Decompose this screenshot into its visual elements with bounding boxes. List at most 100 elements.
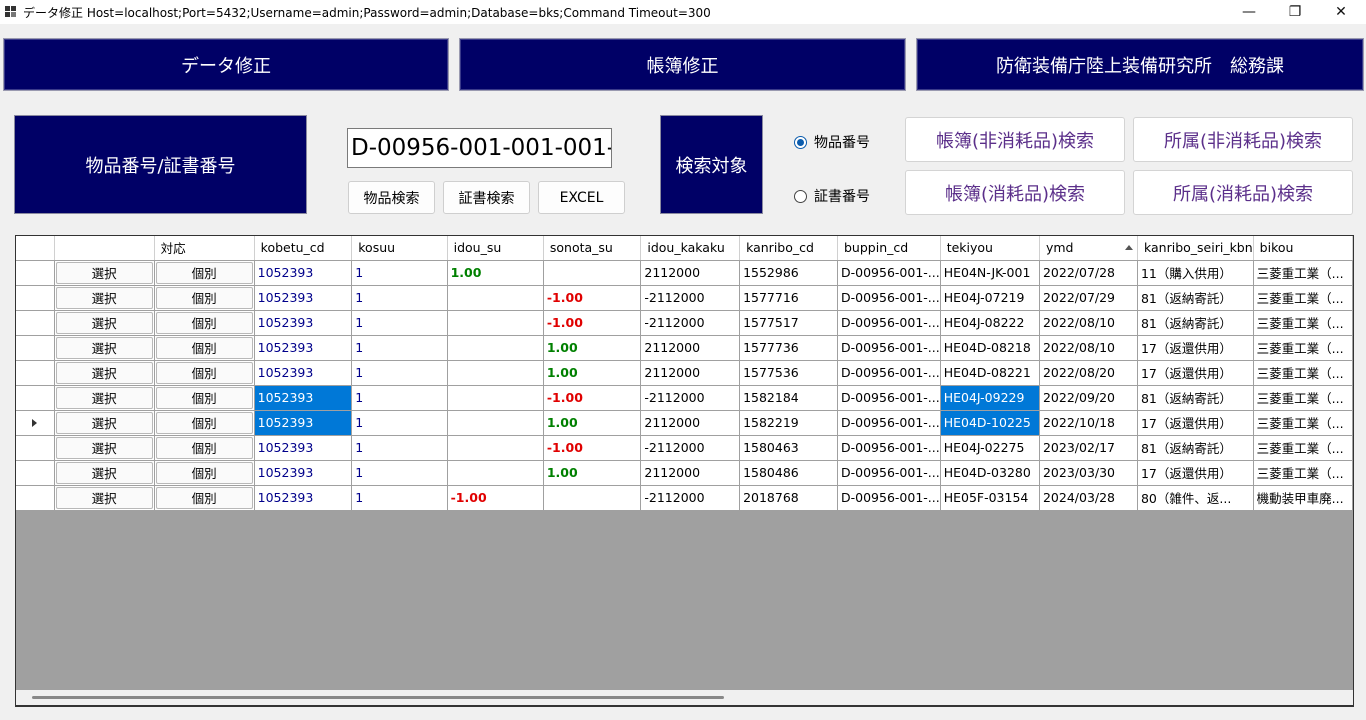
cell-kosuu[interactable]: 1 <box>351 385 448 411</box>
select-button[interactable]: 選択 <box>55 486 153 509</box>
cell-tekiyou[interactable]: HE04D-08221 <box>940 360 1040 386</box>
cell-kobetu_cd[interactable]: 1052393 <box>254 360 353 386</box>
select-button[interactable]: 選択 <box>55 461 153 484</box>
cell-sonota_su[interactable]: -1.00 <box>543 385 642 411</box>
cell-sonota_su[interactable]: -1.00 <box>543 285 642 311</box>
row-header[interactable] <box>16 385 55 411</box>
cell-kobetu_cd[interactable]: 1052393 <box>254 385 353 411</box>
data-grid[interactable]: 対応 kobetu_cd kosuu idou_su sonota_su idou_kak… <box>15 235 1354 707</box>
cell-idou_kakaku[interactable]: -2112000 <box>640 485 741 511</box>
cell-sonota_su[interactable]: 1.00 <box>543 460 642 486</box>
cell-tekiyou[interactable]: HE04J-08222 <box>940 310 1040 336</box>
select-button[interactable]: 選択 <box>55 436 153 459</box>
row-header[interactable] <box>16 485 55 511</box>
cell-bikou[interactable]: 三菱重工業（... <box>1253 260 1353 286</box>
cell-idou_kakaku[interactable]: -2112000 <box>640 435 741 461</box>
individual-button[interactable]: 個別 <box>155 436 253 459</box>
cell-sonota_su[interactable] <box>543 260 642 286</box>
cell-idou_kakaku[interactable]: 2112000 <box>640 335 741 361</box>
cell-tekiyou[interactable]: HE04J-09229 <box>940 385 1040 411</box>
cell-sonota_su[interactable]: 1.00 <box>543 335 642 361</box>
cell-kobetu_cd[interactable]: 1052393 <box>254 485 353 511</box>
cell-idou_su[interactable] <box>447 335 544 361</box>
row-header[interactable] <box>16 285 55 311</box>
cell-kobetu_cd[interactable]: 1052393 <box>254 335 353 361</box>
excel-button[interactable]: EXCEL <box>538 181 625 214</box>
cell-ymd[interactable]: 2023/03/30 <box>1039 460 1138 486</box>
cell-kobetu_cd[interactable]: 1052393 <box>254 310 353 336</box>
cell-kosuu[interactable]: 1 <box>351 310 448 336</box>
cell-ymd[interactable]: 2022/09/20 <box>1039 385 1138 411</box>
cell-bikou[interactable]: 三菱重工業（... <box>1253 410 1353 436</box>
cell-kbn[interactable]: 81（返納寄託） <box>1137 285 1254 311</box>
close-icon[interactable]: ✕ <box>1318 0 1364 24</box>
dept-nonconsumable-search-button[interactable]: 所属(非消耗品)検索 <box>1133 117 1353 162</box>
column-header-blank-1[interactable] <box>54 236 155 261</box>
column-header-sonota_su[interactable]: sonota_su <box>543 236 642 261</box>
radio-item-number[interactable]: 物品番号 <box>794 132 870 152</box>
cell-sonota_su[interactable]: -1.00 <box>543 310 642 336</box>
row-header[interactable] <box>16 335 55 361</box>
table-row[interactable]: 選択 個別 1052393 1 1.00 2112000 1580486 D-00956-00… <box>16 460 1353 486</box>
column-header-bikou[interactable]: bikou <box>1253 236 1353 261</box>
cell-idou_su[interactable] <box>447 460 544 486</box>
search-input[interactable]: D-00956-001-001-001-0 <box>347 128 612 168</box>
ledger-consumable-search-button[interactable]: 帳簿(消耗品)検索 <box>905 170 1125 215</box>
cell-kbn[interactable]: 17（返還供用） <box>1137 360 1254 386</box>
cell-kbn[interactable]: 17（返還供用） <box>1137 410 1254 436</box>
cell-buppin_cd[interactable]: D-00956-001-... <box>837 360 941 386</box>
individual-button[interactable]: 個別 <box>155 286 253 309</box>
select-button[interactable]: 選択 <box>55 386 153 409</box>
cell-bikou[interactable]: 三菱重工業（... <box>1253 435 1353 461</box>
cell-kanribo_cd[interactable]: 1577736 <box>739 335 838 361</box>
cell-tekiyou[interactable]: HE04D-03280 <box>940 460 1040 486</box>
cell-ymd[interactable]: 2022/08/10 <box>1039 310 1138 336</box>
table-row[interactable]: 選択 個別 1052393 1 -1.00 -2112000 1582184 D-00956-… <box>16 385 1353 411</box>
select-button[interactable]: 選択 <box>55 336 153 359</box>
individual-button[interactable]: 個別 <box>155 361 253 384</box>
cell-buppin_cd[interactable]: D-00956-001-... <box>837 285 941 311</box>
cell-sonota_su[interactable]: -1.00 <box>543 435 642 461</box>
cell-buppin_cd[interactable]: D-00956-001-... <box>837 260 941 286</box>
column-header-kobetu_cd[interactable]: kobetu_cd <box>254 236 353 261</box>
table-row[interactable]: 選択 個別 1052393 1 1.00 2112000 1582219 D-00956-00… <box>16 410 1353 436</box>
cell-kobetu_cd[interactable]: 1052393 <box>254 435 353 461</box>
column-header-対応[interactable]: 対応 <box>154 236 255 261</box>
row-header[interactable] <box>16 435 55 461</box>
cell-kanribo_cd[interactable]: 1577536 <box>739 360 838 386</box>
column-header-kanribo_cd[interactable]: kanribo_cd <box>739 236 838 261</box>
cell-kosuu[interactable]: 1 <box>351 335 448 361</box>
dept-consumable-search-button[interactable]: 所属(消耗品)検索 <box>1133 170 1353 215</box>
cell-kanribo_cd[interactable]: 1552986 <box>739 260 838 286</box>
cell-kanribo_cd[interactable]: 1577716 <box>739 285 838 311</box>
cell-bikou[interactable]: 三菱重工業（... <box>1253 285 1353 311</box>
table-row[interactable]: 選択 個別 1052393 1 1.00 2112000 1552986 D-00956-00… <box>16 260 1353 286</box>
select-button[interactable]: 選択 <box>55 261 153 284</box>
cell-kosuu[interactable]: 1 <box>351 460 448 486</box>
individual-button[interactable]: 個別 <box>155 386 253 409</box>
cell-bikou[interactable]: 三菱重工業（... <box>1253 360 1353 386</box>
cell-idou_kakaku[interactable]: 2112000 <box>640 360 741 386</box>
cell-kbn[interactable]: 11（購入供用） <box>1137 260 1254 286</box>
cell-kosuu[interactable]: 1 <box>351 260 448 286</box>
radio-cert-number[interactable]: 証書番号 <box>794 186 870 206</box>
cell-kosuu[interactable]: 1 <box>351 435 448 461</box>
column-header-kanribo_seiri_kbn[interactable]: kanribo_seiri_kbn <box>1137 236 1254 261</box>
cell-kbn[interactable]: 81（返納寄託） <box>1137 310 1254 336</box>
cell-idou_kakaku[interactable]: -2112000 <box>640 310 741 336</box>
individual-button[interactable]: 個別 <box>155 311 253 334</box>
radio-unselected-icon[interactable] <box>794 189 807 203</box>
cell-tekiyou[interactable]: HE04D-08218 <box>940 335 1040 361</box>
cell-kobetu_cd[interactable]: 1052393 <box>254 285 353 311</box>
cell-bikou[interactable]: 三菱重工業（... <box>1253 460 1353 486</box>
individual-button[interactable]: 個別 <box>155 461 253 484</box>
cell-ymd[interactable]: 2022/07/29 <box>1039 285 1138 311</box>
cell-kobetu_cd[interactable]: 1052393 <box>254 410 353 436</box>
cell-kanribo_cd[interactable]: 1582219 <box>739 410 838 436</box>
cell-kobetu_cd[interactable]: 1052393 <box>254 460 353 486</box>
individual-button[interactable]: 個別 <box>155 336 253 359</box>
select-button[interactable]: 選択 <box>55 361 153 384</box>
cell-bikou[interactable]: 三菱重工業（... <box>1253 310 1353 336</box>
row-header[interactable] <box>16 310 55 336</box>
cell-kanribo_cd[interactable]: 1580463 <box>739 435 838 461</box>
